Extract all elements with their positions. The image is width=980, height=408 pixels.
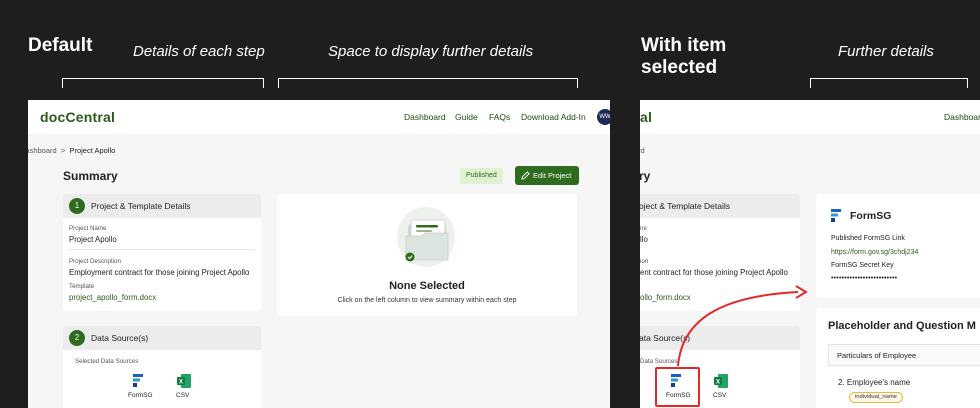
curved-arrow-icon bbox=[677, 285, 808, 367]
canvas: Default With item selected Details of ea… bbox=[0, 0, 980, 408]
